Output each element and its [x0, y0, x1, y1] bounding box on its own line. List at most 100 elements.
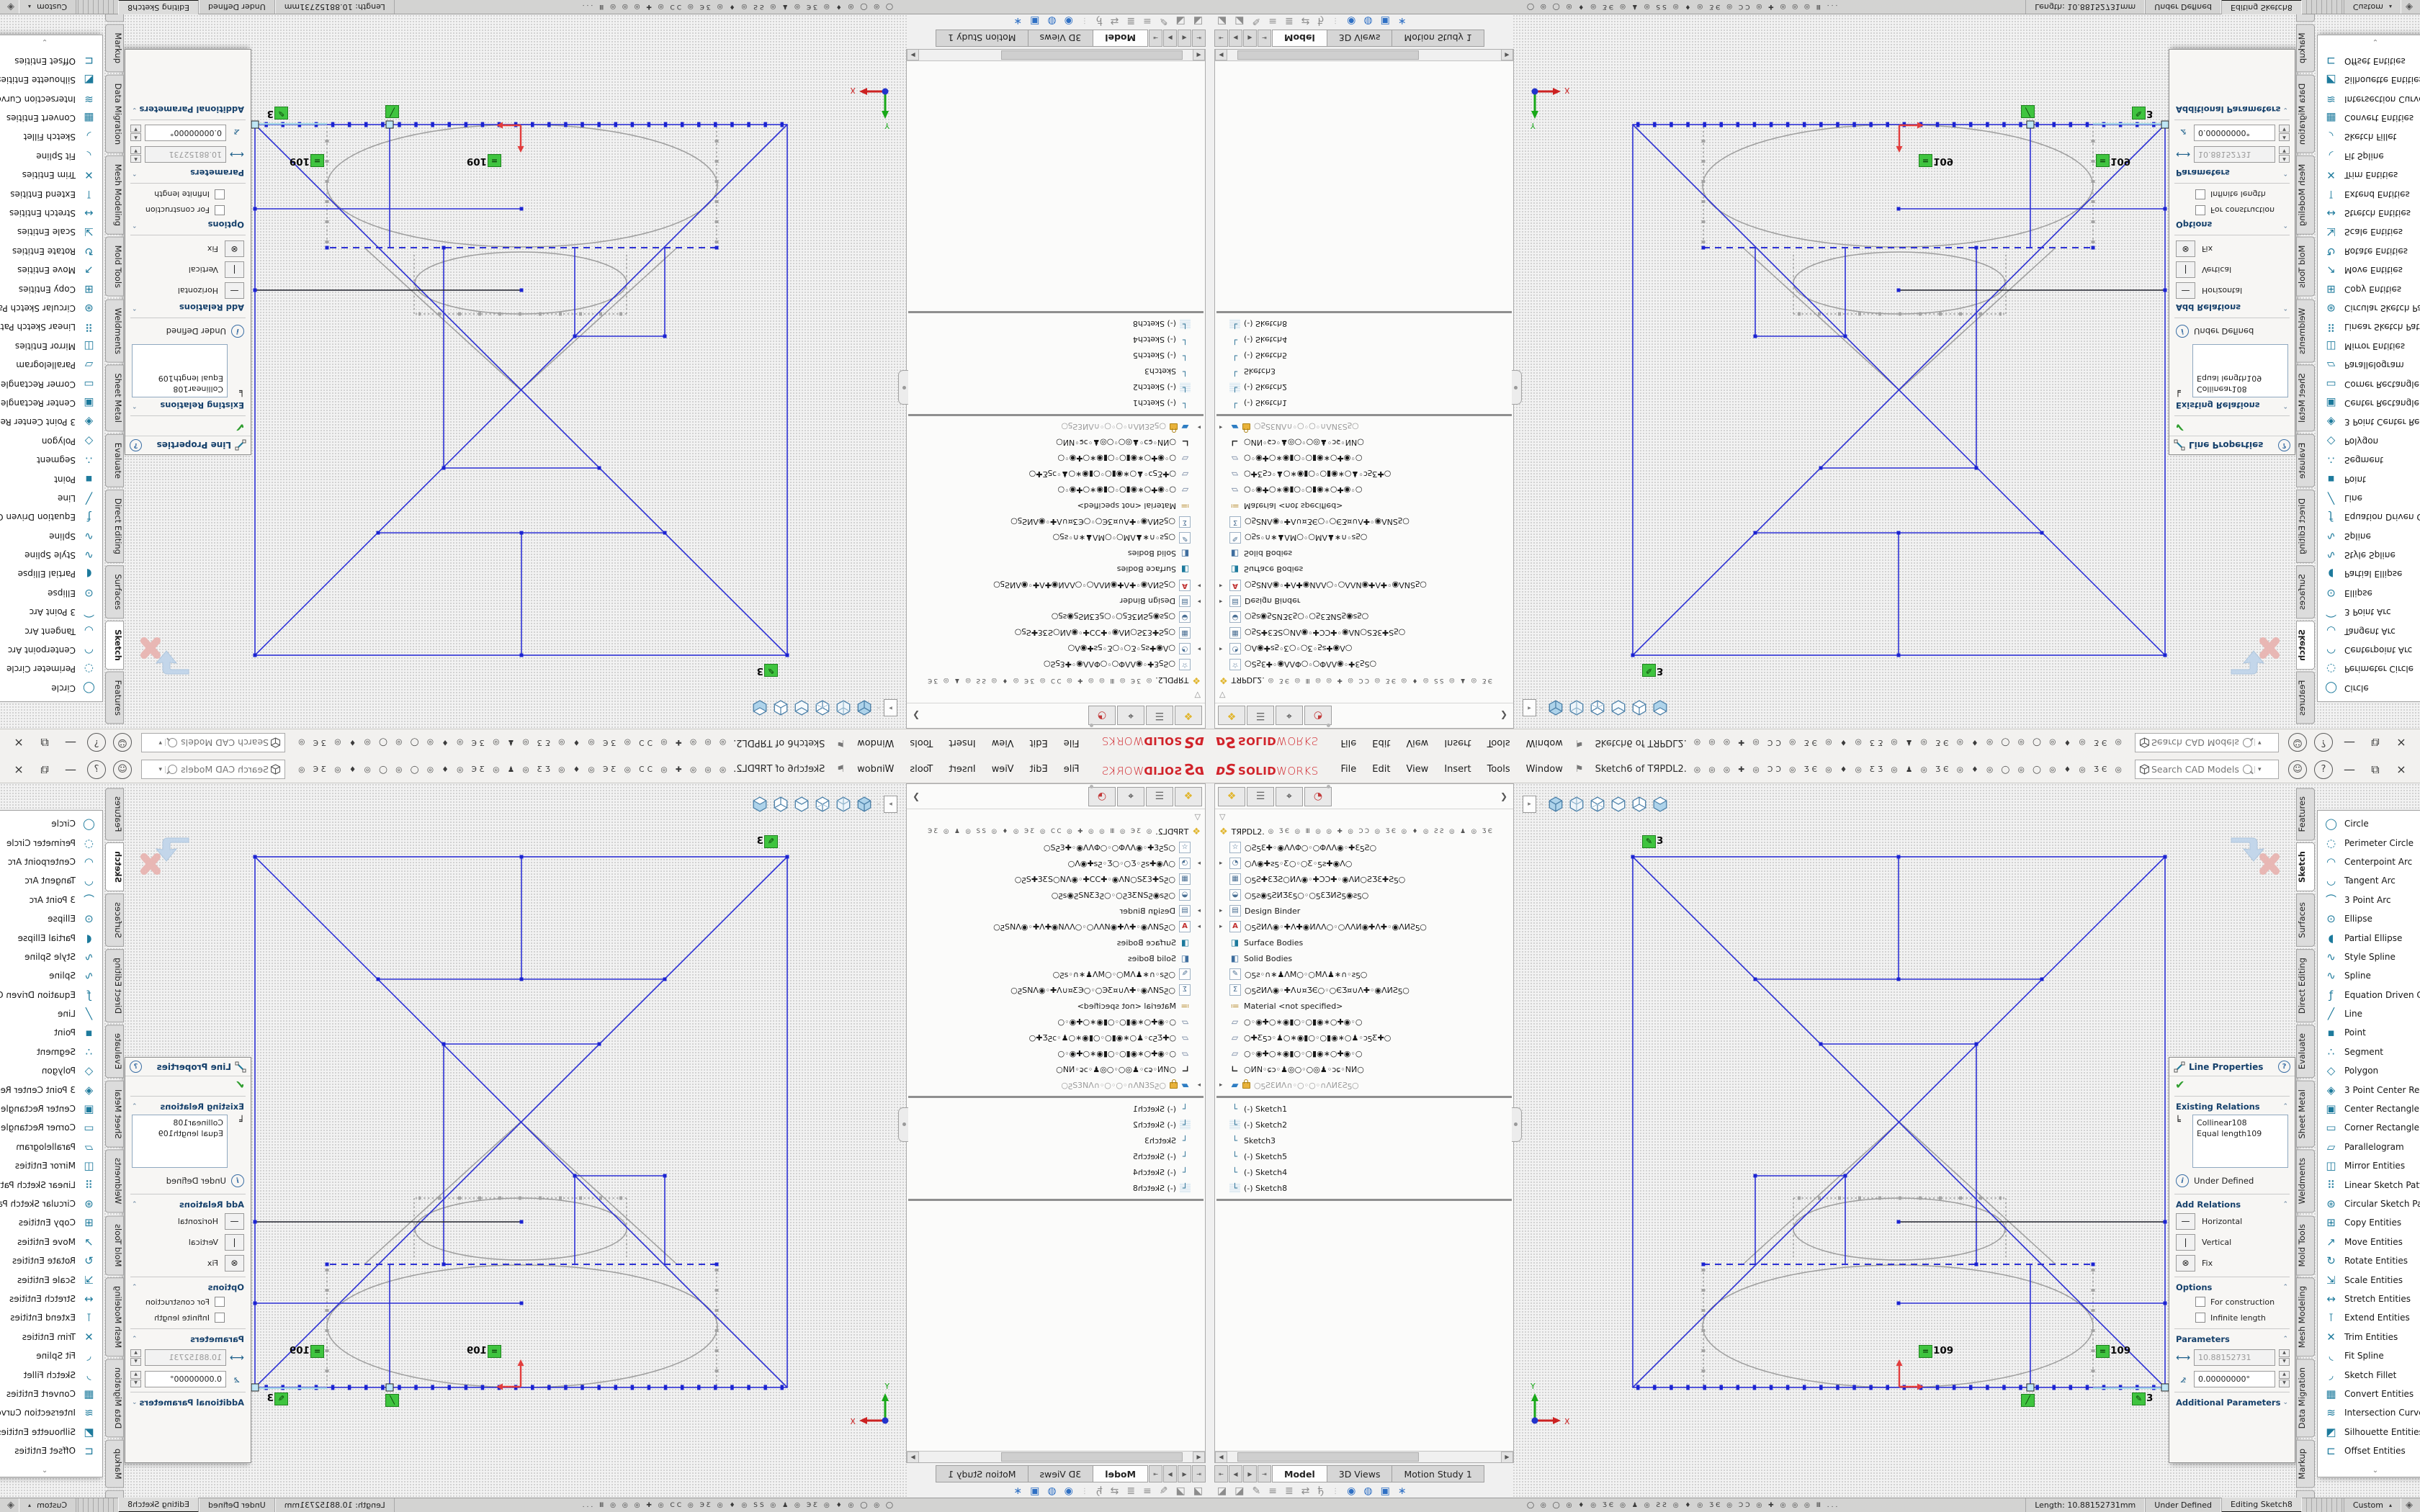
rollback-bar[interactable] — [908, 1199, 1204, 1201]
menu-file[interactable]: File — [1333, 737, 1365, 748]
tree-row-sketch8[interactable]: └(-) Sketch8 — [1215, 1180, 1513, 1196]
flyout-spline[interactable]: ∿Spline — [2318, 526, 2420, 545]
length-spinner[interactable]: ▲▼ — [2279, 1349, 2290, 1366]
flyout-circle[interactable]: ◯Circle — [2318, 679, 2420, 698]
tree-row-annotations[interactable]: ▸A○ƽƧИΛ◉◦✚Λ✚◉ИΛΛ○◦○ΛΛИ◉✚Λ✚◦◉ΛИƧƽ○ — [907, 577, 1205, 593]
flyout-mirror-entities[interactable]: ◫Mirror Entities — [0, 337, 102, 356]
angle-input[interactable]: 0.00000000° — [2194, 1371, 2275, 1387]
document-preview-icon[interactable]: ▸ — [1523, 796, 1536, 813]
flyout-spline[interactable]: ∿Spline — [0, 966, 102, 985]
flyout-fit-spline[interactable]: ◟Fit Spline — [2318, 147, 2420, 166]
relation-item[interactable]: Collinear108 — [136, 1117, 223, 1128]
chevron-down-icon[interactable]: ⌄ — [2282, 106, 2288, 113]
flyout-polygon[interactable]: ◇Polygon — [0, 1061, 102, 1080]
tree-row-sketch1[interactable]: └(-) Sketch1 — [1215, 395, 1513, 411]
search-box[interactable]: ▾ — [141, 733, 285, 752]
chevron-up-icon[interactable]: ⌃ — [2282, 169, 2288, 176]
tab-dimxpert[interactable]: ◔ — [1088, 706, 1116, 726]
scroll-right-arrow[interactable]: ▶ — [907, 50, 919, 61]
flyout-centerpoint-arc[interactable]: ◠Centerpoint Arc — [2318, 641, 2420, 660]
tree-row-markups[interactable]: ✎○ƽƨ◦∩∗♟ΛΜ○◦○ΜΛ♟∗∩◦ƨƽ○ — [907, 530, 1205, 546]
tree-horizontal-scrollbar[interactable]: ◀ ▶ — [1215, 50, 1513, 61]
relation-item[interactable]: Equal length109 — [136, 1128, 223, 1139]
restore-button[interactable]: ⧉ — [2366, 761, 2385, 778]
quick-access-toolbar[interactable]: ◎ ◎ ◎ ✚ ◎ ƆƆ ◎ ƷЄ ◎ ♦ ◎ ƸƷ ◎ ♟ ◎ ƷЄ ◎ ♦ … — [291, 739, 726, 747]
flyout-perimeter-circle[interactable]: ◌Perimeter Circle — [0, 660, 102, 678]
section-add-relations[interactable]: Add Relations ⌃ — [125, 1197, 251, 1211]
view-cube-shaded-icon[interactable] — [856, 796, 874, 813]
tree-row-sketch3[interactable]: └Sketch3 — [1215, 364, 1513, 379]
flyout-silhouette-entities[interactable]: ◩Silhouette Entities — [2318, 1423, 2420, 1441]
flyout-circular-sketch-pattern[interactable]: ⊛Circular Sketch Pattern — [0, 299, 102, 318]
tree-row-equations[interactable]: Σ○ƽƧИΛ◉◦✚Λ∪¤ƷЄ○◦○ЄƷ¤∪Λ✚◦◉ΛИƧƽ○ — [1215, 514, 1513, 530]
flyout-trim-entities[interactable]: ✕Trim Entities — [2318, 166, 2420, 184]
btool-swap[interactable]: ⇄ — [1111, 15, 1119, 27]
exit-sketch-icon[interactable] — [2231, 838, 2264, 861]
tree-row-annotations[interactable]: ▸A○ƽƧИΛ◉◦✚Λ✚◉ИΛΛ○◦○ΛΛИ◉✚Λ✚◦◉ΛИƧƽ○ — [907, 919, 1205, 935]
nav-next[interactable]: ▶ — [1163, 30, 1177, 47]
section-options[interactable]: Options ⌃ — [125, 1280, 251, 1294]
tree-row-favorites[interactable]: ☆○ƧƽƐ✚◦◉ΛΛΦ○◦○ΦΛΛ◉◦✚ƐƽƧ○ — [907, 840, 1205, 855]
tree-row-right-plane[interactable]: ▱○◦◉✚○∗◉▮○◦○▮◉∗○✚◉◦○ — [907, 451, 1205, 467]
scroll-right-arrow[interactable]: ▶ — [1501, 50, 1513, 61]
tab-evaluate[interactable]: Evaluate — [105, 1025, 124, 1078]
tree-row-markups[interactable]: ✎○ƽƨ◦∩∗♟ΛΜ○◦○ΜΛ♟∗∩◦ƨƽ○ — [907, 966, 1205, 982]
chevron-up-icon[interactable]: ⌃ — [132, 169, 138, 176]
cancel-sketch-icon[interactable] — [2263, 641, 2276, 655]
section-parameters[interactable]: Parameters ⌃ — [2169, 1332, 2295, 1346]
tree-row-surface-bodies[interactable]: ◨Surface Bodies — [907, 562, 1205, 577]
section-parameters[interactable]: Parameters ⌃ — [2169, 166, 2295, 180]
tree-row-top-plane[interactable]: ▱○✚Ƹƽɔ◦♟○∗◉▮○◦○▮◉∗○♟◦ɔƽƸ✚○ — [907, 1030, 1205, 1045]
view-cube-shaded-icon[interactable] — [1547, 796, 1564, 813]
relation-badge-corner[interactable]: ✎3 — [2132, 1392, 2153, 1405]
view-cube-section-icon[interactable] — [1610, 796, 1627, 813]
close-button[interactable]: × — [2392, 761, 2411, 778]
chevron-down-icon[interactable]: ⌄ — [132, 106, 138, 113]
flyout-perimeter-circle[interactable]: ◌Perimeter Circle — [2318, 660, 2420, 678]
tab-configuration-manager[interactable]: ⌖ — [1276, 787, 1303, 806]
tree-horizontal-scrollbar[interactable]: ◀ ▶ — [907, 50, 1205, 61]
view-cube-bottom-shaded-icon[interactable] — [752, 699, 769, 716]
section-parameters[interactable]: Parameters ⌃ — [125, 166, 251, 180]
panel-splitter-handle[interactable] — [898, 370, 908, 405]
flyout-copy-entities[interactable]: ⊞Copy Entities — [2318, 1213, 2420, 1232]
nav-next[interactable]: ▶ — [1243, 30, 1257, 47]
tree-row-surface-bodies[interactable]: ◨Surface Bodies — [1215, 935, 1513, 950]
tab-evaluate[interactable]: Evaluate — [105, 433, 124, 487]
btool-sketch[interactable]: ✎ — [1160, 1485, 1168, 1497]
nav-prev[interactable]: ◀ — [1178, 1465, 1191, 1482]
flyout-scale-entities[interactable]: ⇲Scale Entities — [2318, 222, 2420, 241]
restore-button[interactable]: ⧉ — [35, 761, 54, 778]
expand-arrow-icon[interactable]: ▸ — [1194, 907, 1201, 914]
collinear-relation-badge[interactable]: ╱ — [385, 1394, 399, 1407]
add-relation-horizontal[interactable]: —Horizontal — [125, 280, 251, 301]
tab-sheet-metal[interactable]: Sheet Metal — [2296, 1081, 2315, 1148]
tree-row-gauge[interactable]: ◒○ƽƨ◉ƽƧИƷƐƽ○◦○ƽƐƷИƧƽ◉ƨƽ○ — [1215, 609, 1513, 625]
tab-featuremanager-tree[interactable]: ❖ — [1175, 706, 1202, 726]
search-icon[interactable] — [168, 738, 177, 747]
chevron-down-icon[interactable]: ⌄ — [132, 1399, 138, 1406]
tab-model[interactable]: Model — [1093, 1465, 1148, 1482]
tree-row-material[interactable]: ≔Material <not specified> — [907, 498, 1205, 514]
nav-prev[interactable]: ◀ — [1229, 30, 1242, 47]
tab-data-migration[interactable]: Data Migration — [105, 74, 124, 153]
tree-row-front-plane[interactable]: ▱○◦◉✚○∗◉▮○◦○▮◉∗○✚◉◦○ — [1215, 1014, 1513, 1030]
tree-row-history[interactable]: ▸◔○Λ◉✚ƨƽ◦Ƹ○◦○Ƹ◦ƽƨ✚◉Λ○ — [907, 641, 1205, 657]
flyout-point[interactable]: ▪Point — [2318, 1023, 2420, 1042]
tab-mold-tools[interactable]: Mold Tools — [105, 237, 124, 297]
chevron-up-icon[interactable]: ⌃ — [132, 1336, 138, 1343]
help-icon[interactable]: ? — [130, 439, 142, 451]
tab-evaluate[interactable]: Evaluate — [2296, 433, 2315, 487]
flyout-sketch-fillet[interactable]: ◞Sketch Fillet — [2318, 127, 2420, 146]
add-relation-vertical[interactable]: ❘Vertical — [125, 1232, 251, 1253]
quick-access-toolbar[interactable]: ◎ ◎ ◎ ✚ ◎ ƆƆ ◎ ƷЄ ◎ ♦ ◎ ƸƷ ◎ ♟ ◎ ƷЄ ◎ ♦ … — [1694, 765, 2129, 774]
menu-edit[interactable]: Edit — [1022, 737, 1056, 748]
flyout-point[interactable]: ▪Point — [0, 469, 102, 488]
tab-property-manager[interactable]: ☰ — [1146, 787, 1173, 806]
flyout-silhouette-entities[interactable]: ◩Silhouette Entities — [2318, 71, 2420, 89]
view-cube-wireframe-icon[interactable] — [815, 699, 832, 716]
btool-camera[interactable]: ◉ — [1065, 15, 1073, 27]
panel-expand-arrow[interactable]: ❯ — [910, 711, 920, 721]
flyout-scale-entities[interactable]: ⇲Scale Entities — [0, 222, 102, 241]
tree-row-equations[interactable]: Σ○ƽƧИΛ◉◦✚Λ∪¤ƷЄ○◦○ЄƷ¤∪Λ✚◦◉ΛИƧƽ○ — [1215, 982, 1513, 998]
